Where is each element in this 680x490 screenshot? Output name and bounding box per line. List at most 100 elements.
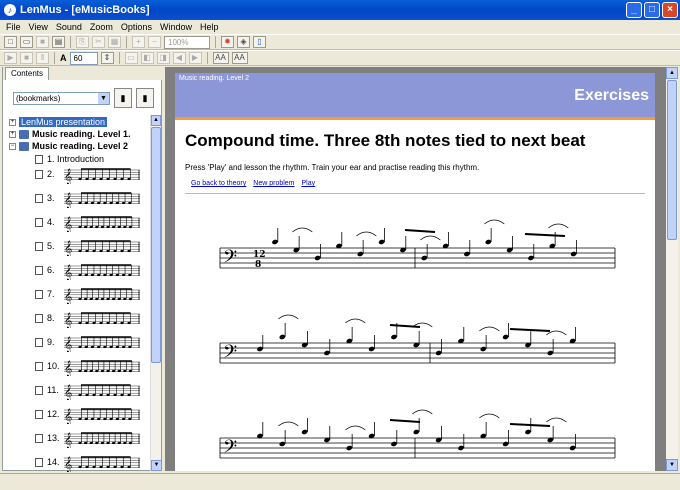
page-icon[interactable]: ▭ — [124, 52, 138, 64]
zoom-out-icon[interactable]: − — [148, 36, 161, 48]
tree-node-exercise[interactable]: 4. 𝄞 — [35, 216, 140, 232]
tree-node-exercise[interactable]: 5. 𝄞 — [35, 240, 140, 256]
new-icon[interactable]: □ — [4, 36, 17, 48]
separator — [215, 36, 216, 48]
rhythm-thumbnail: 𝄞 — [64, 336, 140, 352]
tree-node-exercise[interactable]: 13. 𝄞 — [35, 432, 140, 448]
tempo-input[interactable]: 60 — [69, 51, 98, 65]
separator — [126, 36, 127, 48]
tree-node-level1[interactable]: + Music reading. Level 1. — [9, 128, 131, 140]
add-bookmark-button[interactable]: ▮ — [114, 88, 132, 108]
cut-icon[interactable]: ✂ — [92, 36, 105, 48]
tree-node-exercise[interactable]: 2. 𝄞 — [35, 168, 140, 184]
save-icon[interactable]: ■ — [36, 36, 49, 48]
metronome-icon[interactable]: ◈ — [237, 36, 250, 48]
forward-arrow-icon[interactable]: ▶ — [188, 52, 202, 64]
tree-node-exercise[interactable]: 3. 𝄞 — [35, 192, 140, 208]
scroll-down-icon[interactable]: ▼ — [666, 459, 678, 471]
document-scrollbar[interactable]: ▲ ▼ — [666, 67, 678, 471]
tree-node-exercise[interactable]: 7. 𝄞 — [35, 288, 140, 304]
tree-node-level2[interactable]: − Music reading. Level 2 — [9, 140, 128, 152]
ebook-icon[interactable]: ▯ — [253, 36, 266, 48]
scroll-up-icon[interactable]: ▲ — [666, 67, 678, 79]
page-icon — [35, 385, 43, 395]
page-prev-icon[interactable]: ◧ — [140, 52, 154, 64]
tree-scrollbar[interactable]: ▲ ▼ — [150, 115, 162, 471]
collapse-icon[interactable]: − — [9, 142, 16, 150]
rhythm-thumbnail: 𝄞 — [64, 168, 140, 184]
tree-label: 9. — [47, 337, 55, 347]
scroll-thumb[interactable] — [667, 80, 677, 240]
pause-icon[interactable]: ‖ — [36, 52, 49, 64]
menu-sound[interactable]: Sound — [56, 22, 82, 32]
play-icon[interactable]: ▶ — [4, 52, 17, 64]
zoom-select[interactable]: 100% — [164, 35, 210, 49]
tree-node-presentation[interactable]: + LenMus presentation — [9, 116, 108, 128]
scroll-thumb[interactable] — [151, 127, 161, 363]
tree-label: 8. — [47, 313, 55, 323]
tree-label: 6. — [47, 265, 55, 275]
tree-node-exercise[interactable]: 11. 𝄞 — [35, 384, 140, 400]
back-to-theory-link[interactable]: Go back to theory — [191, 180, 246, 187]
window-title: LenMus - [eMusicBooks] — [20, 4, 150, 16]
back-arrow-icon[interactable]: ◀ — [172, 52, 186, 64]
tree-node-exercise[interactable]: 12. 𝄞 — [35, 408, 140, 424]
tree-label: 11. — [47, 385, 59, 395]
page-icon — [35, 289, 43, 299]
page-icon — [35, 337, 43, 347]
page-icon — [35, 433, 43, 443]
tree-label: 3. — [47, 193, 55, 203]
tree-label: 2. — [47, 169, 55, 179]
tree-node-exercise[interactable]: 9. 𝄞 — [35, 336, 140, 352]
contents-panel: Contents (bookmarks) ▼ ▮ ▮ + LenMus pres… — [2, 67, 163, 472]
rhythm-thumbnail: 𝄞 — [64, 456, 140, 472]
close-button[interactable]: × — [662, 2, 678, 18]
rhythm-thumbnail: 𝄞 — [64, 360, 140, 376]
maximize-button[interactable]: □ — [644, 2, 660, 18]
tree-label: 13. — [47, 433, 60, 443]
stop-icon[interactable]: ■ — [20, 52, 33, 64]
music-score[interactable]: 𝄢 128 𝄢 𝄢 — [175, 203, 655, 471]
new-problem-link[interactable]: New problem — [253, 180, 294, 187]
tree-node-exercise[interactable]: 10. 𝄞 — [35, 360, 140, 376]
tempo-spin-icon[interactable]: ⇕ — [100, 52, 114, 64]
separator — [70, 36, 71, 48]
paste-icon[interactable]: ▦ — [108, 36, 121, 48]
font-smaller-button[interactable]: AA — [231, 52, 248, 64]
menu-options[interactable]: Options — [121, 22, 152, 32]
copy-icon[interactable]: ⎘ — [76, 36, 89, 48]
menu-file[interactable]: File — [6, 22, 21, 32]
rhythm-thumbnail: 𝄞 — [64, 384, 140, 400]
menu-zoom[interactable]: Zoom — [90, 22, 113, 32]
menu-help[interactable]: Help — [200, 22, 219, 32]
page-next-icon[interactable]: ◨ — [156, 52, 170, 64]
chevron-down-icon[interactable]: ▼ — [98, 93, 109, 104]
open-icon[interactable]: ▭ — [20, 36, 33, 48]
tab-contents[interactable]: Contents — [5, 67, 50, 80]
settings-icon[interactable]: ✹ — [221, 36, 234, 48]
print-icon[interactable]: ▤ — [52, 36, 65, 48]
time-signature-top: 12 — [253, 250, 266, 260]
font-larger-button[interactable]: AA — [212, 52, 229, 64]
header-divider — [175, 117, 655, 120]
scroll-up-icon[interactable]: ▲ — [151, 115, 161, 126]
tree-node-exercise[interactable]: 8. 𝄞 — [35, 312, 140, 328]
zoom-in-icon[interactable]: + — [132, 36, 145, 48]
expand-icon[interactable]: + — [9, 118, 16, 126]
tree-node-exercise[interactable]: 6. 𝄞 — [35, 264, 140, 280]
tree-label: 1. Introduction — [47, 154, 105, 164]
minimize-button[interactable]: _ — [626, 2, 642, 18]
tree-label: Music reading. Level 1. — [32, 129, 131, 139]
rhythm-thumbnail: 𝄞 — [64, 288, 140, 304]
expand-icon[interactable]: + — [9, 130, 16, 138]
tree-node-exercise[interactable]: 14. 𝄞 — [35, 456, 140, 472]
rhythm-thumbnail: 𝄞 — [64, 192, 140, 208]
menu-view[interactable]: View — [29, 22, 48, 32]
play-link[interactable]: Play — [302, 180, 316, 187]
scroll-down-icon[interactable]: ▼ — [151, 460, 162, 471]
bookmarks-select[interactable]: (bookmarks) ▼ — [13, 92, 110, 105]
svg-text:𝄞: 𝄞 — [64, 361, 72, 376]
menu-window[interactable]: Window — [160, 22, 192, 32]
bookmarks-value: (bookmarks) — [16, 94, 61, 103]
remove-bookmark-button[interactable]: ▮ — [136, 88, 154, 108]
